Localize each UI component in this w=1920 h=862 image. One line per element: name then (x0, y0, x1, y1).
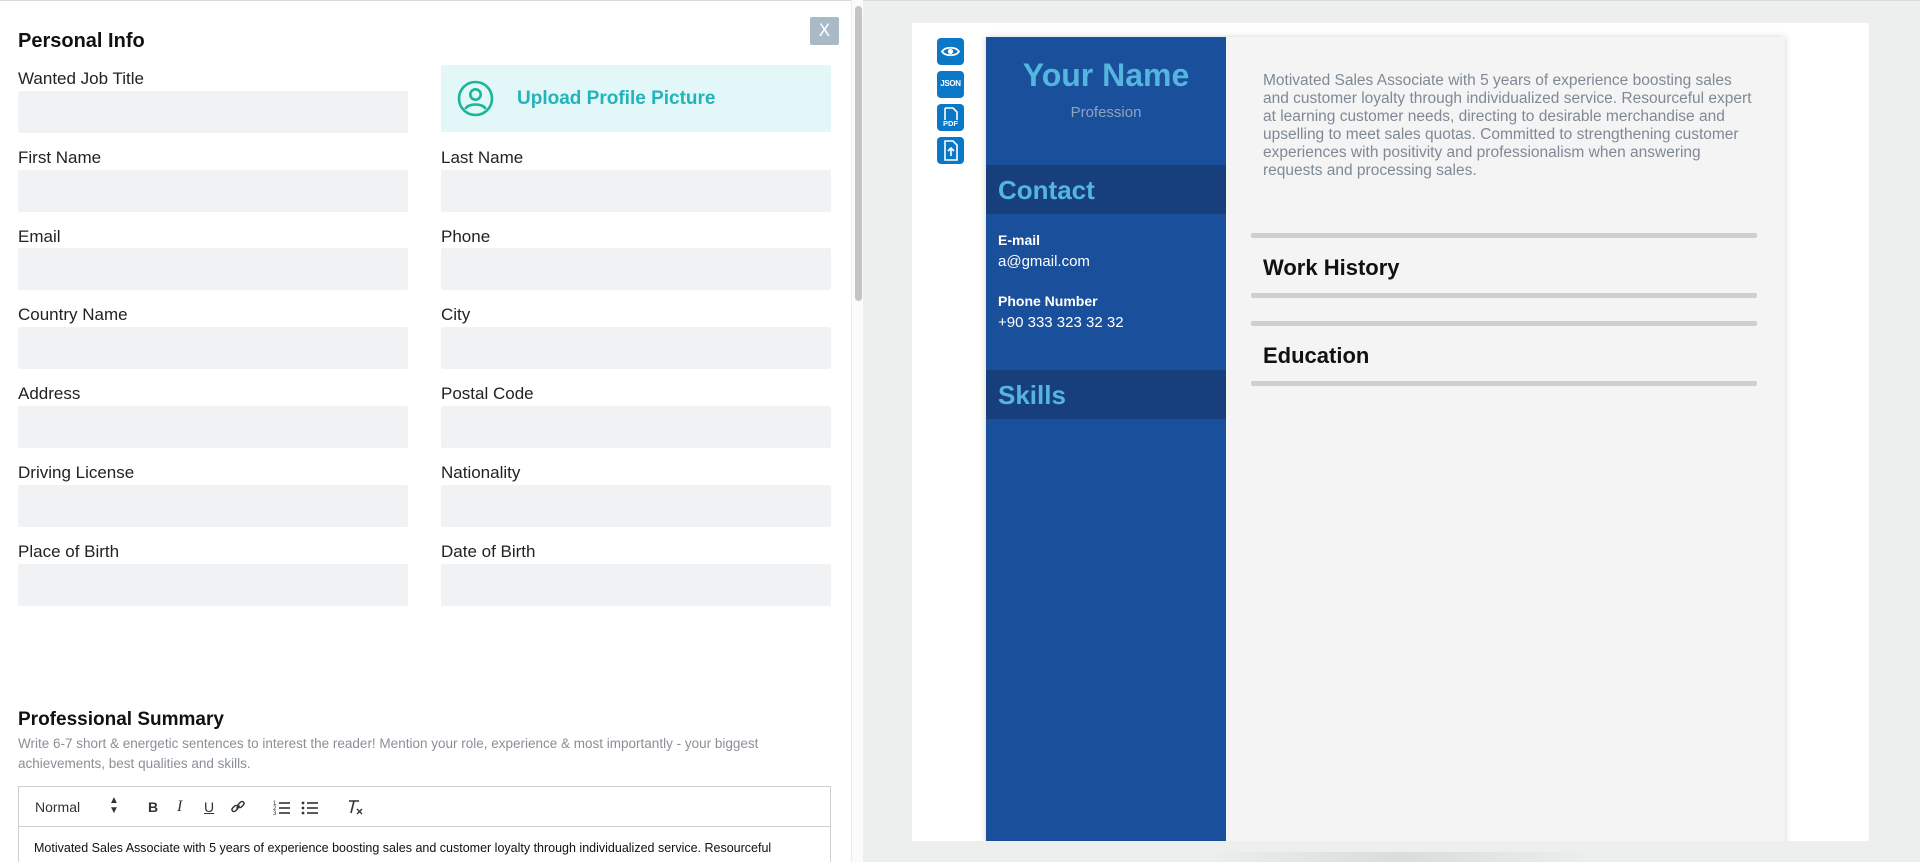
divider (1251, 293, 1757, 298)
export-pdf-button[interactable]: PDF (937, 104, 964, 131)
education-title: Education (1263, 343, 1370, 368)
select-arrows-icon: ▲ ▼ (109, 795, 119, 816)
personal-info-title: Personal Info (18, 30, 145, 52)
email-label: Email (18, 227, 61, 246)
last-name-label: Last Name (441, 148, 524, 167)
resume-profession: Profession (1070, 104, 1142, 121)
divider (1251, 381, 1757, 386)
phone-label: Phone (441, 227, 491, 246)
place-of-birth-input[interactable] (18, 564, 408, 606)
file-upload-icon (944, 140, 958, 161)
export-json-button[interactable]: JSON (937, 71, 964, 98)
upload-profile-picture-label: Upload Profile Picture (517, 88, 716, 109)
resume-sidebar: Your Name Profession Contact E-mail a@gm… (986, 37, 1226, 841)
address-label: Address (18, 384, 81, 403)
underline-button[interactable]: U (204, 798, 214, 816)
form-panel: X Personal Info Wanted Job Title Upload … (0, 0, 851, 862)
last-name-input[interactable] (441, 170, 831, 212)
italic-button[interactable]: I (177, 798, 182, 816)
address-input[interactable] (18, 406, 408, 448)
text-format-select-value: Normal (35, 799, 81, 815)
eye-icon (940, 46, 961, 57)
professional-summary-title: Professional Summary (18, 709, 224, 730)
editor-text[interactable]: Motivated Sales Associate with 5 years o… (34, 841, 824, 855)
first-name-input[interactable] (18, 170, 408, 212)
clear-formatting-icon[interactable] (346, 798, 364, 816)
contact-section-header: Contact (986, 165, 1226, 214)
resume-name: Your Name (1022, 57, 1190, 93)
import-file-button[interactable] (937, 137, 964, 164)
skills-section-header: Skills (986, 370, 1226, 419)
bold-button[interactable]: B (148, 798, 158, 816)
json-label: JSON (940, 79, 961, 88)
summary-rich-text-editor[interactable]: Normal ▲ ▼ B I U 1 2 3 Motivated Sales A… (18, 786, 831, 862)
bullet-list-icon[interactable] (301, 799, 319, 815)
resume-summary: Motivated Sales Associate with 5 years o… (1263, 72, 1752, 179)
wanted-job-title-input[interactable] (18, 91, 408, 133)
preview-panel: JSON PDF Your Name Profession Contact E-… (863, 0, 1920, 862)
divider (1251, 321, 1757, 326)
phone-value: +90 333 323 32 32 (998, 314, 1124, 331)
link-icon[interactable] (230, 799, 246, 815)
professional-summary-hint: Write 6-7 short & energetic sentences to… (18, 736, 759, 771)
date-of-birth-input[interactable] (441, 564, 831, 606)
close-button[interactable]: X (810, 17, 839, 45)
phone-key: Phone Number (998, 293, 1098, 309)
wanted-job-title-label: Wanted Job Title (18, 69, 144, 88)
email-input[interactable] (18, 248, 408, 290)
editor-toolbar: Normal ▲ ▼ B I U 1 2 3 (19, 787, 830, 827)
form-scrollbar[interactable] (851, 0, 863, 862)
date-of-birth-label: Date of Birth (441, 542, 536, 561)
text-format-select[interactable]: Normal ▲ ▼ (35, 795, 125, 816)
contact-title: Contact (998, 175, 1095, 205)
city-label: City (441, 305, 471, 324)
skills-title: Skills (998, 380, 1066, 410)
postal-code-label: Postal Code (441, 384, 534, 403)
resume-preview: Your Name Profession Contact E-mail a@gm… (986, 37, 1785, 841)
upload-profile-picture-button[interactable]: Upload Profile Picture (441, 65, 831, 132)
postal-code-input[interactable] (441, 406, 831, 448)
pdf-label: PDF (943, 119, 958, 128)
first-name-label: First Name (18, 148, 102, 167)
form-scrollbar-thumb[interactable] (855, 6, 862, 301)
email-value: a@gmail.com (998, 253, 1090, 270)
driving-license-label: Driving License (18, 463, 135, 482)
bottom-shadow (1200, 852, 1600, 862)
profile-avatar-icon (457, 80, 494, 117)
country-name-label: Country Name (18, 305, 128, 324)
preview-frame: JSON PDF Your Name Profession Contact E-… (912, 23, 1869, 841)
nationality-label: Nationality (441, 463, 521, 482)
driving-license-input[interactable] (18, 485, 408, 527)
place-of-birth-label: Place of Birth (18, 542, 120, 561)
country-name-input[interactable] (18, 327, 408, 369)
work-history-title: Work History (1263, 255, 1400, 280)
city-input[interactable] (441, 327, 831, 369)
email-key: E-mail (998, 232, 1041, 248)
ordered-list-icon[interactable]: 1 2 3 (273, 799, 291, 815)
phone-input[interactable] (441, 248, 831, 290)
divider (1251, 233, 1757, 238)
svg-text:3: 3 (273, 811, 277, 815)
preview-button[interactable] (937, 38, 964, 65)
nationality-input[interactable] (441, 485, 831, 527)
